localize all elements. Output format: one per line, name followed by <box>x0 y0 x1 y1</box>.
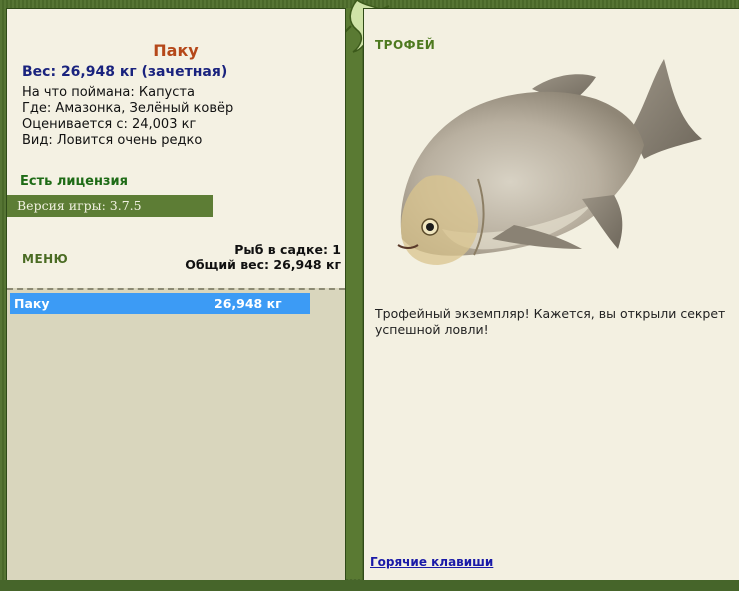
fish-name: Паку <box>153 41 199 60</box>
valued-from-info: Оценивается с: 24,003 кг <box>22 117 197 132</box>
game-version: Версия игры: 3.7.5 <box>7 195 213 217</box>
fish-details: Паку Вес: 26,948 кг (зачетная) На что по… <box>7 9 345 286</box>
hotkeys-link[interactable]: Горячие клавиши <box>370 555 493 569</box>
cage-total-weight: Общий вес: 26,948 кг <box>185 257 341 272</box>
menu-button[interactable]: МЕНЮ <box>22 252 68 266</box>
cage-count: Рыб в садке: 1 <box>234 242 341 257</box>
panel-divider <box>346 8 362 579</box>
catch-list-area <box>7 288 345 582</box>
cage-stats: Рыб в садке: 1 Общий вес: 26,948 кг <box>185 242 341 272</box>
fish-weight: Вес: 26,948 кг (зачетная) <box>22 64 228 80</box>
location-info: Где: Амазонка, Зелёный ковёр <box>22 101 234 116</box>
bait-info: На что поймана: Капуста <box>22 85 195 100</box>
license-status: Есть лицензия <box>20 174 128 189</box>
bottom-border <box>0 580 739 591</box>
catch-item-name: Паку <box>14 296 50 311</box>
rarity-info: Вид: Ловится очень редко <box>22 133 203 148</box>
pacu-fish-image <box>397 59 702 265</box>
catch-item-weight: 26,948 кг <box>214 296 282 311</box>
fish-info-list: На что поймана: Капуста Где: Амазонка, З… <box>22 85 233 149</box>
trophy-message: Трофейный экземпляр! Кажется, вы открыли… <box>375 306 726 337</box>
trophy-panel: ТРОФЕЙ Трофейный экземпляр! Кажется, вы … <box>363 8 739 581</box>
catch-list-item[interactable]: Паку 26,948 кг <box>10 293 310 314</box>
fish-info-panel: Паку Вес: 26,948 кг (зачетная) На что по… <box>6 8 346 582</box>
